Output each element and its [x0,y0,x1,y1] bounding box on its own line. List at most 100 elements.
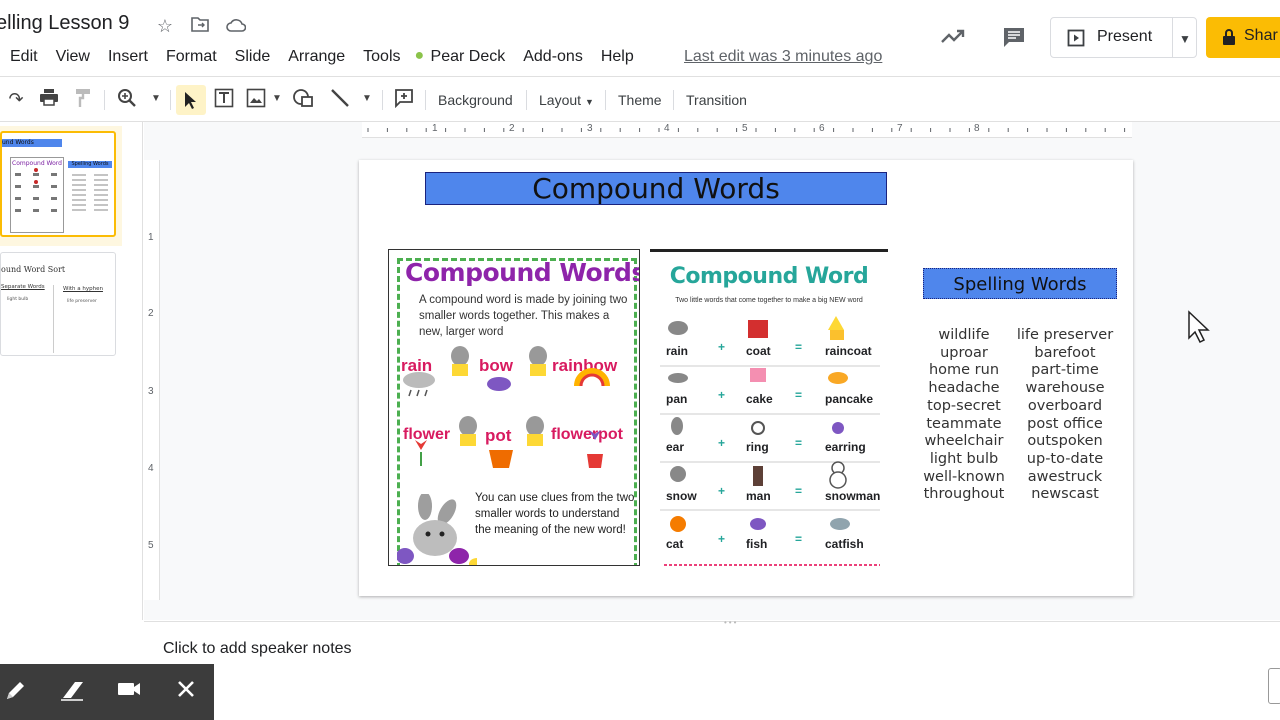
chart-cell: snow [666,489,697,503]
poster1-footer: You can use clues from the two smaller w… [475,492,635,536]
spelling-word: up-to-date [1026,450,1104,467]
spelling-word: throughout [923,486,1005,503]
ruler-label: 4 [148,463,154,474]
thumb1-title: und Words [2,139,62,147]
zoom-dropdown-icon[interactable]: ▼ [145,88,167,110]
thumb2-col2-item: life preserver [67,299,97,304]
chart-cell: pan [666,392,688,406]
plus-sign: + [718,340,725,354]
menu-insert[interactable]: Insert [98,46,156,70]
ruler-label: 7 [897,123,903,134]
speaker-notes[interactable]: ••• Click to add speaker notes [144,618,1280,720]
pen-icon[interactable] [2,678,30,706]
cloud-status-icon[interactable] [226,16,247,36]
transition-button[interactable]: Transition [686,89,747,111]
toolbar-divider [382,90,383,110]
menu-format[interactable]: Format [156,46,225,70]
thumb1-poster-graphic [15,168,57,212]
laser-pointer-icon[interactable] [115,678,143,706]
equals-sign: = [795,484,802,498]
ruler-label: 2 [509,123,515,134]
close-icon[interactable] [172,678,200,706]
star-icon[interactable]: ☆ [155,16,175,36]
ruler-label: 2 [148,308,154,319]
line-icon[interactable] [329,88,351,110]
background-button[interactable]: Background [438,89,513,111]
spelling-word: light bulb [929,450,999,467]
thumb2-col1-header: Separate Words [1,284,45,290]
menu-slide[interactable]: Slide [225,46,279,70]
shape-icon[interactable] [292,88,314,110]
present-divider [1172,18,1173,57]
present-dropdown-icon[interactable]: ▼ [1179,32,1191,46]
spelling-words-right[interactable]: life preserver barefoot part-time wareho… [1013,327,1117,504]
spelling-word: post office [1027,415,1103,432]
spelling-words-title[interactable]: Spelling Words [923,268,1117,299]
move-folder-icon[interactable] [190,16,210,36]
toolbar-divider [170,90,171,110]
equals-sign: = [795,532,802,546]
last-edit-link[interactable]: Last edit was 3 minutes ago [684,48,882,66]
chart-cell: coat [746,344,771,358]
line-dropdown-icon[interactable]: ▼ [356,88,378,110]
menu-tools[interactable]: Tools [353,46,408,70]
text-box-icon[interactable] [213,88,235,110]
spelling-words-left[interactable]: wildlife uproar home run headache top-se… [919,327,1009,504]
menu-add-ons[interactable]: Add-ons [513,46,591,70]
spelling-word: wheelchair [924,433,1004,450]
toolbar-divider [425,90,426,110]
menu-pear-deck[interactable]: ● Pear Deck [409,46,514,70]
activity-trend-icon[interactable] [940,26,966,48]
menu-edit[interactable]: Edit [0,46,46,70]
current-slide[interactable]: Compound Words Compound Words A compound… [359,160,1133,596]
spelling-word: warehouse [1025,380,1105,397]
equals-sign: = [795,388,802,402]
menu-view[interactable]: View [46,46,98,70]
present-icon [1067,29,1085,52]
comments-icon[interactable] [1002,26,1026,50]
eraser-icon[interactable] [58,678,86,706]
chart-cell: snowman [825,489,881,503]
ruler-label: 6 [819,123,825,134]
select-cursor-icon[interactable] [176,85,206,115]
image-icon[interactable] [245,88,267,110]
spelling-word: headache [928,380,1000,397]
thumb2-divider [53,285,54,353]
compound-words-poster[interactable]: Compound Words A compound word is made b… [388,249,640,566]
side-panel-toggle[interactable] [1268,668,1280,704]
notes-resize-handle[interactable]: ••• [724,618,738,627]
menu-help[interactable]: Help [591,46,642,70]
menu-arrange[interactable]: Arrange [278,46,353,70]
spelling-word: awestruck [1027,468,1103,485]
image-dropdown-icon[interactable]: ▼ [266,88,288,110]
layout-button[interactable]: Layout ▼ [539,89,594,111]
slide-title-box[interactable]: Compound Words [425,172,887,205]
theme-button[interactable]: Theme [618,89,662,111]
print-icon[interactable] [38,88,60,110]
ruler-label: 8 [974,123,980,134]
slide-thumb-2[interactable]: ound Word Sort Separate Words With a hyp… [0,252,116,356]
toolbar-divider [673,90,674,110]
menu-bar: Edit View Insert Format Slide Arrange To… [0,46,642,70]
slide-thumb-1[interactable]: und Words Compound Word Spelling Words [0,131,116,237]
zoom-icon[interactable] [116,88,138,110]
spelling-word: barefoot [1034,344,1096,361]
chart-cell: earring [825,440,866,454]
add-comment-icon[interactable] [393,88,415,110]
share-button[interactable]: Shar [1206,17,1280,58]
doc-title[interactable]: elling Lesson 9 [0,12,129,35]
speaker-notes-placeholder[interactable]: Click to add speaker notes [163,640,352,658]
toolbar: ↷ ▼ ▼ ▼ Background Layout ▼ Theme Transi… [0,76,1280,122]
lock-icon [1222,28,1236,51]
spelling-word: home run [928,362,1000,379]
plus-sign: + [718,532,725,546]
thumb2-col2-header: With a hyphen [63,286,103,292]
compound-word-chart[interactable]: Compound Word Two little words that come… [650,249,888,566]
present-button[interactable]: Present ▼ [1050,17,1197,58]
paint-format-icon[interactable] [72,88,94,110]
spelling-word: top-secret [927,397,1001,414]
redo-icon[interactable]: ↷ [5,88,27,110]
layout-dropdown-icon: ▼ [584,97,594,107]
equals-sign: = [795,436,802,450]
share-label: Shar [1244,27,1278,44]
